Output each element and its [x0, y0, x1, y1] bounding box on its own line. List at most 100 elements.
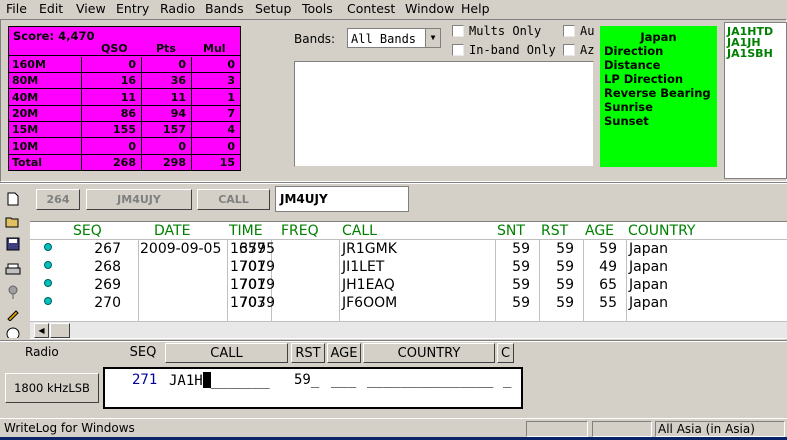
status-pane — [526, 421, 588, 437]
bands-label: Bands: — [294, 32, 336, 46]
entry-country-input[interactable]: _______________ — [367, 372, 493, 388]
col-header-age[interactable]: AGE — [585, 223, 614, 239]
check-callsign-list[interactable]: JA1HTD JA1JH JA1SBH — [724, 22, 787, 179]
col-header-snt[interactable]: SNT — [497, 223, 525, 239]
cell-seq: 269 — [94, 277, 121, 293]
bands-select[interactable]: All Bands ▼ — [347, 28, 441, 48]
menu-tools[interactable]: Tools — [302, 1, 333, 16]
entry-rst-input[interactable]: 59_ — [294, 372, 319, 388]
printer-icon[interactable] — [3, 261, 23, 279]
info-lp-direction: LP Direction — [604, 72, 684, 86]
pin-icon[interactable] — [3, 283, 23, 301]
entry-window[interactable]: 271 JA1H _______ 59_ ___ _______________ … — [103, 367, 523, 409]
mults-only-checkbox[interactable] — [452, 25, 464, 37]
az-label: Az — [580, 43, 595, 57]
cell-freq: 7079 — [239, 259, 275, 275]
cell-rst: 59 — [556, 259, 574, 275]
score-cell-qso: 0 — [128, 139, 136, 153]
open-folder-icon[interactable] — [3, 212, 23, 230]
score-cell-pts: 298 — [163, 155, 186, 169]
cell-age: 59 — [599, 241, 617, 257]
cell-rst: 59 — [556, 241, 574, 257]
text-cursor — [202, 372, 211, 388]
table-row[interactable]: 267 2009-09-05 1657 3795 JR1GMK 59 59 59 Japan — [30, 241, 787, 259]
col-header-call[interactable]: CALL — [342, 223, 377, 239]
mults-only-label: Mults Only — [469, 24, 542, 38]
menu-radio[interactable]: Radio — [160, 1, 195, 16]
new-document-icon[interactable] — [3, 190, 23, 208]
menu-bar: File Edit View Entry Radio Bands Setup T… — [0, 0, 787, 18]
table-row[interactable]: 269 1701 7079 JH1EAQ 59 59 65 Japan — [30, 277, 787, 295]
question-icon[interactable] — [3, 326, 23, 338]
entry-header-call[interactable]: CALL — [165, 343, 288, 363]
score-cell-mul: 0 — [227, 58, 235, 71]
scroll-left-icon[interactable]: ◀ — [34, 323, 49, 338]
cell-snt: 59 — [512, 295, 530, 311]
scrollbar-thumb[interactable] — [50, 323, 70, 338]
radio-frequency-button[interactable]: 1800 kHzLSB — [5, 373, 99, 403]
pencil-icon[interactable] — [3, 305, 23, 323]
horizontal-scrollbar[interactable]: ◀ — [30, 321, 787, 338]
row-status-dot-icon — [44, 243, 52, 251]
score-panel: Score: 4,470 QSO Pts Mul 160M 0 0 0 80M 16 36 3… — [8, 26, 241, 171]
score-cell-qso: 155 — [113, 123, 136, 137]
score-cell-band: 80M — [12, 74, 39, 88]
score-title: Score: 4,470 — [13, 29, 95, 43]
menu-entry[interactable]: Entry — [116, 1, 149, 16]
table-row[interactable]: 268 1701 7079 JI1LET 59 59 49 Japan — [30, 259, 787, 277]
inband-only-label: In-band Only — [469, 43, 556, 57]
entry-c-input[interactable]: _ — [503, 372, 511, 388]
score-cell-band: 15M — [12, 123, 39, 137]
entry-header-age[interactable]: AGE — [327, 343, 361, 363]
au-checkbox[interactable] — [563, 25, 575, 37]
menu-bands[interactable]: Bands — [205, 1, 244, 16]
col-header-freq[interactable]: FREQ — [281, 223, 319, 239]
entry-call-input[interactable]: JA1H _______ — [169, 372, 270, 389]
score-header-row: QSO Pts Mul — [9, 42, 240, 56]
menu-help[interactable]: Help — [461, 1, 490, 16]
cell-age: 55 — [599, 295, 617, 311]
menu-window[interactable]: Window — [405, 1, 454, 16]
score-header-mul: Mul — [203, 42, 226, 55]
row-status-dot-icon — [44, 261, 52, 269]
col-header-country[interactable]: COUNTRY — [628, 223, 695, 239]
score-cell-mul: 4 — [227, 123, 235, 137]
cell-freq: 7079 — [239, 277, 275, 293]
save-disk-icon[interactable] — [3, 235, 23, 253]
status-region: All Asia (in Asia) — [655, 421, 785, 437]
menu-contest[interactable]: Contest — [347, 1, 395, 16]
menu-setup[interactable]: Setup — [255, 1, 291, 16]
col-header-rst[interactable]: RST — [541, 223, 568, 239]
score-cell-pts: 36 — [170, 74, 186, 88]
entry-age-input[interactable]: ___ — [331, 372, 356, 388]
inband-only-checkbox[interactable] — [452, 44, 464, 56]
menu-view[interactable]: View — [76, 1, 106, 16]
col-header-seq[interactable]: SEQ — [73, 223, 102, 239]
col-header-date[interactable]: DATE — [154, 223, 190, 239]
log-grid[interactable]: SEQ DATE TIME FREQ CALL SNT RST AGE COUN… — [30, 221, 787, 339]
list-item[interactable]: JA1SBH — [727, 48, 786, 59]
az-checkbox[interactable] — [563, 44, 575, 56]
entry-header-c[interactable]: C — [497, 343, 514, 363]
menu-edit[interactable]: Edit — [39, 1, 63, 16]
info-lines: Direction Distance LP Direction Reverse … — [604, 44, 711, 128]
chevron-down-icon[interactable]: ▼ — [425, 29, 440, 47]
score-cell-band: 10M — [12, 139, 39, 153]
entry-call-value: JA1H — [169, 373, 203, 389]
table-row[interactable]: 270 1703 7079 JF6OOM 59 59 55 Japan — [30, 295, 787, 313]
entry-seq: 271 — [132, 372, 158, 388]
score-cell-mul: 7 — [227, 106, 235, 120]
qso-call-entry[interactable]: JM4UJY — [275, 186, 409, 212]
col-header-time[interactable]: TIME — [229, 223, 263, 239]
entry-header-country[interactable]: COUNTRY — [363, 343, 495, 363]
entry-header-rst[interactable]: RST — [291, 343, 325, 363]
status-pane — [592, 421, 652, 437]
cell-snt: 59 — [512, 277, 530, 293]
score-cell-qso: 268 — [113, 155, 136, 169]
menu-file[interactable]: File — [6, 1, 27, 16]
bands-select-value: All Bands — [351, 32, 417, 46]
score-cell-mul: 1 — [227, 90, 235, 104]
divider — [0, 182, 787, 184]
score-row: 80M 16 36 3 — [9, 73, 240, 90]
band-map-box[interactable] — [294, 61, 594, 167]
